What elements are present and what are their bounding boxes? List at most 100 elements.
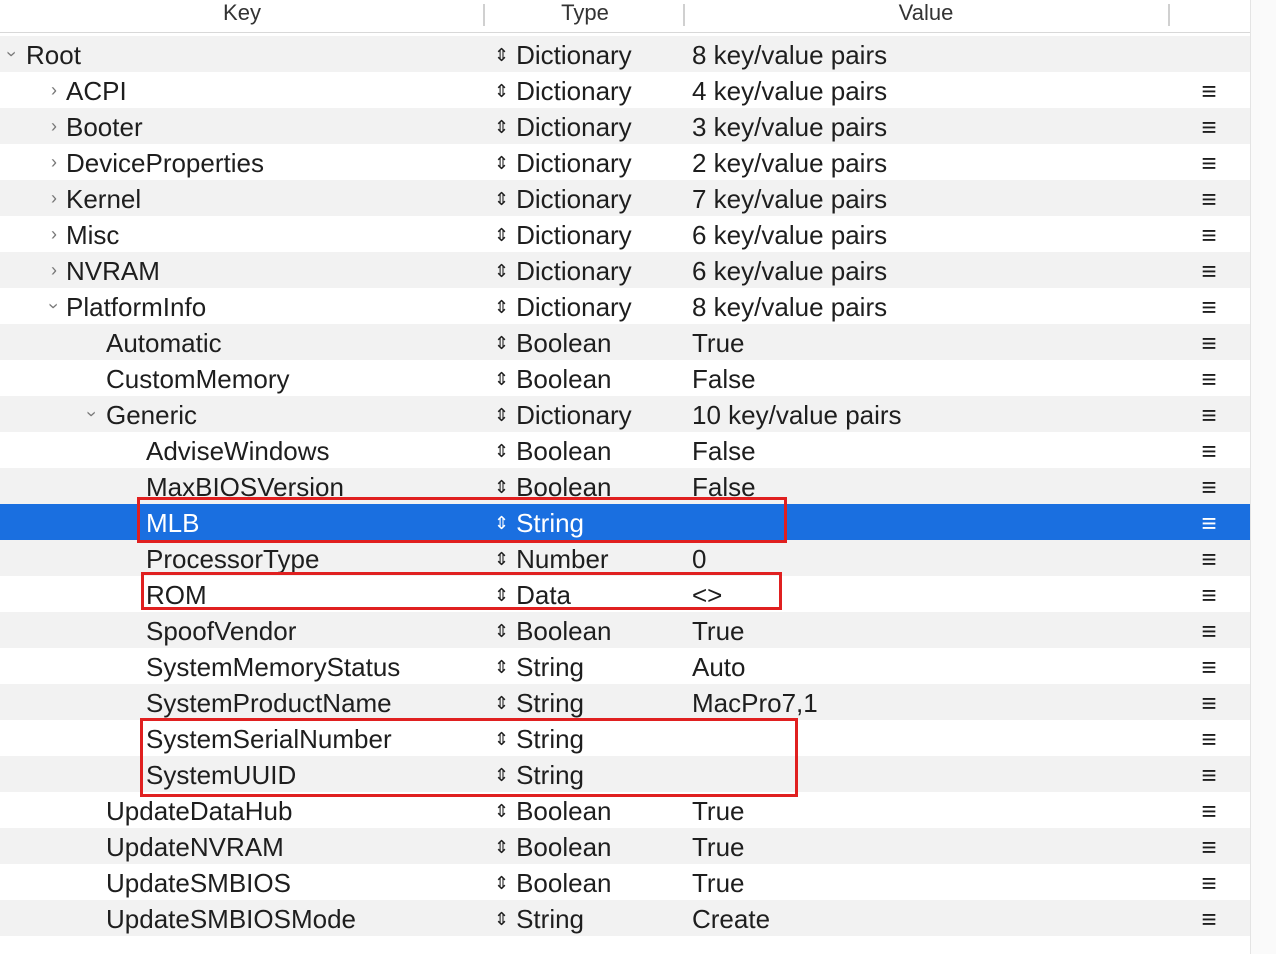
table-row[interactable]: › Kernel ⇕ Dictionary 7 key/value pairs ≡: [0, 180, 1250, 216]
table-row[interactable]: UpdateDataHub ⇕ Boolean True ≡: [0, 792, 1250, 828]
table-row[interactable]: › Root ⇕ Dictionary 8 key/value pairs: [0, 36, 1250, 72]
table-row[interactable]: SystemProductName ⇕ String MacPro7,1 ≡: [0, 684, 1250, 720]
table-row[interactable]: ProcessorType ⇕ Number 0 ≡: [0, 540, 1250, 576]
row-value[interactable]: False: [692, 360, 756, 396]
table-row[interactable]: ROM ⇕ Data <> ≡: [0, 576, 1250, 612]
table-row[interactable]: SpoofVendor ⇕ Boolean True ≡: [0, 612, 1250, 648]
row-type-popup[interactable]: ⇕ String: [494, 684, 584, 720]
row-type-popup[interactable]: ⇕ String: [494, 720, 584, 756]
row-key[interactable]: SystemUUID: [146, 756, 296, 792]
row-key[interactable]: Kernel: [66, 180, 141, 216]
row-menu-icon[interactable]: ≡: [1198, 648, 1220, 684]
row-value[interactable]: Create: [692, 900, 770, 936]
row-type-popup[interactable]: ⇕ Dictionary: [494, 216, 632, 252]
table-row[interactable]: › PlatformInfo ⇕ Dictionary 8 key/value pair…: [0, 288, 1250, 324]
table-row[interactable]: › ACPI ⇕ Dictionary 4 key/value pairs ≡: [0, 72, 1250, 108]
row-menu-icon[interactable]: ≡: [1198, 324, 1220, 360]
row-type-popup[interactable]: ⇕ Dictionary: [494, 396, 632, 432]
row-key[interactable]: SystemMemoryStatus: [146, 648, 400, 684]
row-type-popup[interactable]: ⇕ Boolean: [494, 828, 612, 864]
table-row[interactable]: UpdateNVRAM ⇕ Boolean True ≡: [0, 828, 1250, 864]
column-header-value[interactable]: Value: [686, 0, 1166, 32]
row-key[interactable]: ProcessorType: [146, 540, 319, 576]
row-menu-icon[interactable]: ≡: [1198, 720, 1220, 756]
row-type-popup[interactable]: ⇕ Dictionary: [494, 180, 632, 216]
table-row[interactable]: AdviseWindows ⇕ Boolean False ≡: [0, 432, 1250, 468]
row-key[interactable]: Booter: [66, 108, 143, 144]
row-key[interactable]: UpdateDataHub: [106, 792, 292, 828]
row-type-popup[interactable]: ⇕ String: [494, 648, 584, 684]
row-menu-icon[interactable]: ≡: [1198, 396, 1220, 432]
row-value[interactable]: 8 key/value pairs: [692, 36, 887, 72]
row-type-popup[interactable]: ⇕ Boolean: [494, 324, 612, 360]
row-menu-icon[interactable]: ≡: [1198, 288, 1220, 324]
row-type-popup[interactable]: ⇕ Dictionary: [494, 72, 632, 108]
table-row[interactable]: CustomMemory ⇕ Boolean False ≡: [0, 360, 1250, 396]
row-menu-icon[interactable]: ≡: [1198, 612, 1220, 648]
row-menu-icon[interactable]: ≡: [1198, 828, 1220, 864]
row-type-popup[interactable]: ⇕ Boolean: [494, 360, 612, 396]
row-key[interactable]: MaxBIOSVersion: [146, 468, 344, 504]
row-type-popup[interactable]: ⇕ Boolean: [494, 432, 612, 468]
row-menu-icon[interactable]: ≡: [1198, 540, 1220, 576]
column-divider[interactable]: [683, 4, 685, 26]
row-key[interactable]: UpdateSMBIOS: [106, 864, 291, 900]
row-menu-icon[interactable]: ≡: [1198, 108, 1220, 144]
row-type-popup[interactable]: ⇕ Data: [494, 576, 571, 612]
chevron-right-icon[interactable]: ›: [44, 252, 64, 288]
row-key[interactable]: ACPI: [66, 72, 127, 108]
row-menu-icon[interactable]: ≡: [1198, 216, 1220, 252]
row-type-popup[interactable]: ⇕ Dictionary: [494, 252, 632, 288]
row-menu-icon[interactable]: ≡: [1198, 360, 1220, 396]
column-divider[interactable]: [1168, 4, 1170, 26]
row-key[interactable]: ROM: [146, 576, 207, 612]
table-row[interactable]: › NVRAM ⇕ Dictionary 6 key/value pairs ≡: [0, 252, 1250, 288]
row-key[interactable]: AdviseWindows: [146, 432, 330, 468]
row-value[interactable]: False: [692, 432, 756, 468]
column-header-key[interactable]: Key: [0, 0, 484, 32]
row-type-popup[interactable]: ⇕ String: [494, 756, 584, 792]
row-value[interactable]: True: [692, 792, 745, 828]
row-menu-icon[interactable]: ≡: [1198, 468, 1220, 504]
row-value[interactable]: 10 key/value pairs: [692, 396, 902, 432]
row-type-popup[interactable]: ⇕ Dictionary: [494, 144, 632, 180]
row-menu-icon[interactable]: ≡: [1198, 900, 1220, 936]
row-menu-icon[interactable]: ≡: [1198, 144, 1220, 180]
row-key[interactable]: UpdateSMBIOSMode: [106, 900, 356, 936]
row-key[interactable]: CustomMemory: [106, 360, 289, 396]
row-menu-icon[interactable]: ≡: [1198, 180, 1220, 216]
row-value[interactable]: 6 key/value pairs: [692, 252, 887, 288]
row-value[interactable]: False: [692, 468, 756, 504]
row-key[interactable]: UpdateNVRAM: [106, 828, 284, 864]
table-row[interactable]: MaxBIOSVersion ⇕ Boolean False ≡: [0, 468, 1250, 504]
row-key[interactable]: SpoofVendor: [146, 612, 296, 648]
row-key[interactable]: SystemProductName: [146, 684, 392, 720]
row-type-popup[interactable]: ⇕ Boolean: [494, 612, 612, 648]
row-value[interactable]: True: [692, 864, 745, 900]
row-value[interactable]: Auto: [692, 648, 746, 684]
row-value[interactable]: 2 key/value pairs: [692, 144, 887, 180]
row-menu-icon[interactable]: ≡: [1198, 576, 1220, 612]
chevron-right-icon[interactable]: ›: [44, 72, 64, 108]
column-divider[interactable]: [483, 4, 485, 26]
row-key[interactable]: Generic: [106, 396, 197, 432]
row-key[interactable]: PlatformInfo: [66, 288, 206, 324]
row-menu-icon[interactable]: ≡: [1198, 432, 1220, 468]
row-menu-icon[interactable]: ≡: [1198, 684, 1220, 720]
table-row[interactable]: › DeviceProperties ⇕ Dictionary 2 key/value …: [0, 144, 1250, 180]
row-value[interactable]: <>: [692, 576, 722, 612]
row-type-popup[interactable]: ⇕ Boolean: [494, 792, 612, 828]
row-value[interactable]: 8 key/value pairs: [692, 288, 887, 324]
table-row[interactable]: Automatic ⇕ Boolean True ≡: [0, 324, 1250, 360]
row-menu-icon[interactable]: ≡: [1198, 756, 1220, 792]
table-row[interactable]: › Misc ⇕ Dictionary 6 key/value pairs ≡: [0, 216, 1250, 252]
chevron-right-icon[interactable]: ›: [44, 180, 64, 216]
row-value[interactable]: 0: [692, 540, 706, 576]
row-value[interactable]: 4 key/value pairs: [692, 72, 887, 108]
row-type-popup[interactable]: ⇕ Dictionary: [494, 288, 632, 324]
row-menu-icon[interactable]: ≡: [1198, 792, 1220, 828]
table-row[interactable]: UpdateSMBIOSMode ⇕ String Create ≡: [0, 900, 1250, 936]
chevron-right-icon[interactable]: ›: [44, 108, 64, 144]
table-row[interactable]: MLB ⇕ String ≡: [0, 504, 1250, 540]
row-value[interactable]: True: [692, 324, 745, 360]
